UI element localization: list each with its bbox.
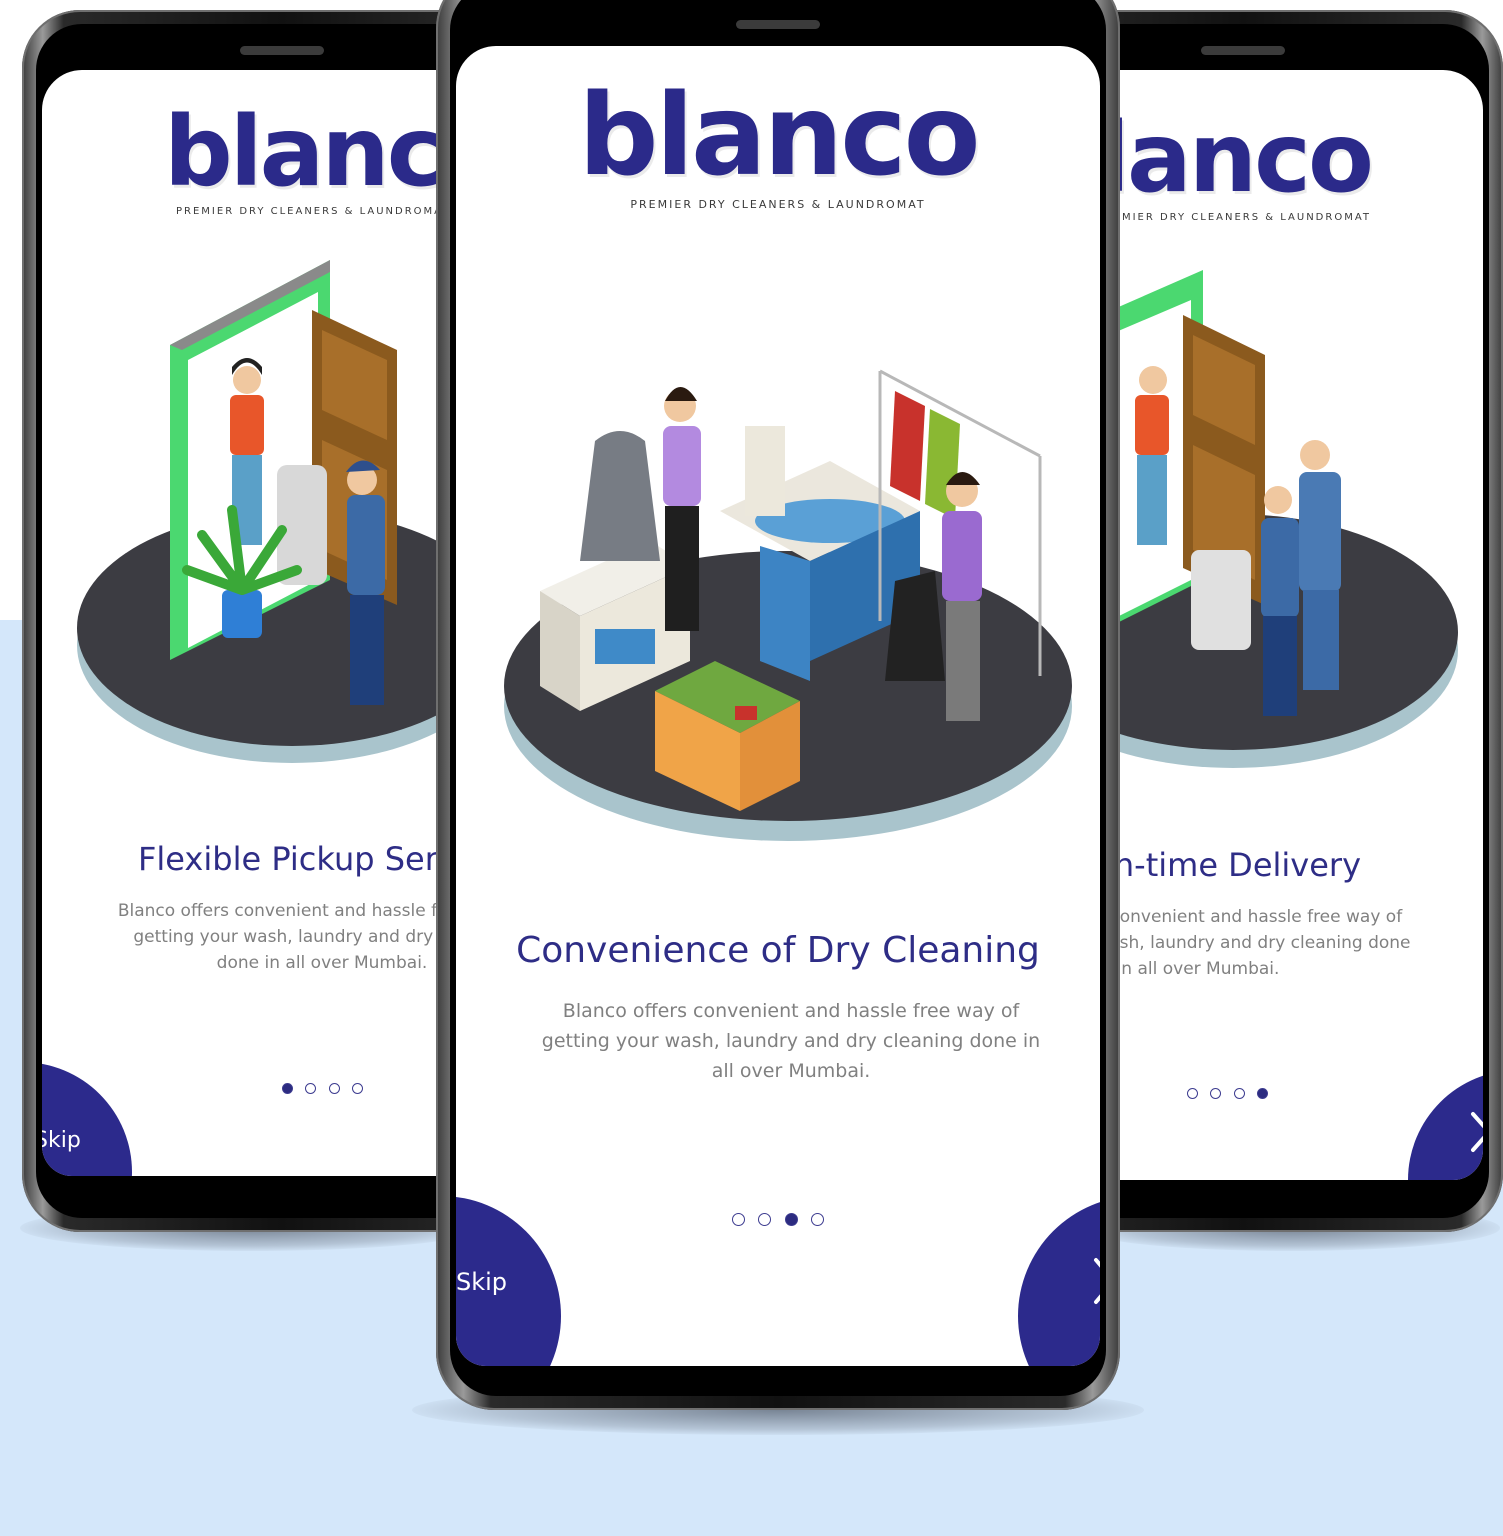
brand-wordmark: blanco <box>578 71 980 201</box>
slide-title: On-time Delivery <box>1088 846 1361 884</box>
slide-description: Blanco offers convenient and hassle free… <box>541 1000 1041 1082</box>
onboarding-screen-center: blanco PREMIER DRY CLEANERS & LAUNDROMAT <box>456 46 1100 1366</box>
speaker-grille <box>736 20 820 29</box>
slide-title: Convenience of Dry Cleaning <box>516 930 1040 971</box>
page-dot-2[interactable] <box>1210 1088 1222 1100</box>
skip-label[interactable]: Skip <box>456 1268 507 1296</box>
page-dot-3[interactable] <box>784 1213 798 1227</box>
page-dot-4[interactable] <box>811 1213 825 1227</box>
dry-cleaning-illustration <box>504 369 1072 841</box>
page-indicator <box>282 1080 364 1098</box>
skip-label[interactable]: Skip <box>42 1128 81 1153</box>
skip-button[interactable] <box>42 1062 132 1176</box>
page-dot-1[interactable] <box>1187 1088 1198 1100</box>
page-dot-2[interactable] <box>758 1213 772 1227</box>
page-indicator <box>456 1211 1100 1229</box>
page-dot-3[interactable] <box>328 1083 340 1095</box>
page-dot-4[interactable] <box>352 1083 364 1095</box>
page-indicator <box>1187 1085 1269 1103</box>
page-dot-4[interactable] <box>1257 1088 1269 1100</box>
pickup-illustration <box>77 260 492 763</box>
brand-logo: blanco PREMIER DRY CLEANERS & LAUNDROMAT <box>456 80 1100 211</box>
page-dot-3[interactable] <box>1233 1088 1245 1100</box>
brand-tagline: PREMIER DRY CLEANERS & LAUNDROMAT <box>630 198 926 211</box>
speaker-grille <box>240 46 324 55</box>
page-dot-2[interactable] <box>305 1083 317 1095</box>
page-dot-1[interactable] <box>731 1213 745 1227</box>
page-dot-1[interactable] <box>282 1083 293 1095</box>
speaker-grille <box>1201 46 1285 55</box>
chevron-right-icon[interactable] <box>1469 1110 1483 1154</box>
phone-center: blanco PREMIER DRY CLEANERS & LAUNDROMAT <box>436 0 1120 1410</box>
chevron-right-icon[interactable] <box>1092 1256 1100 1306</box>
